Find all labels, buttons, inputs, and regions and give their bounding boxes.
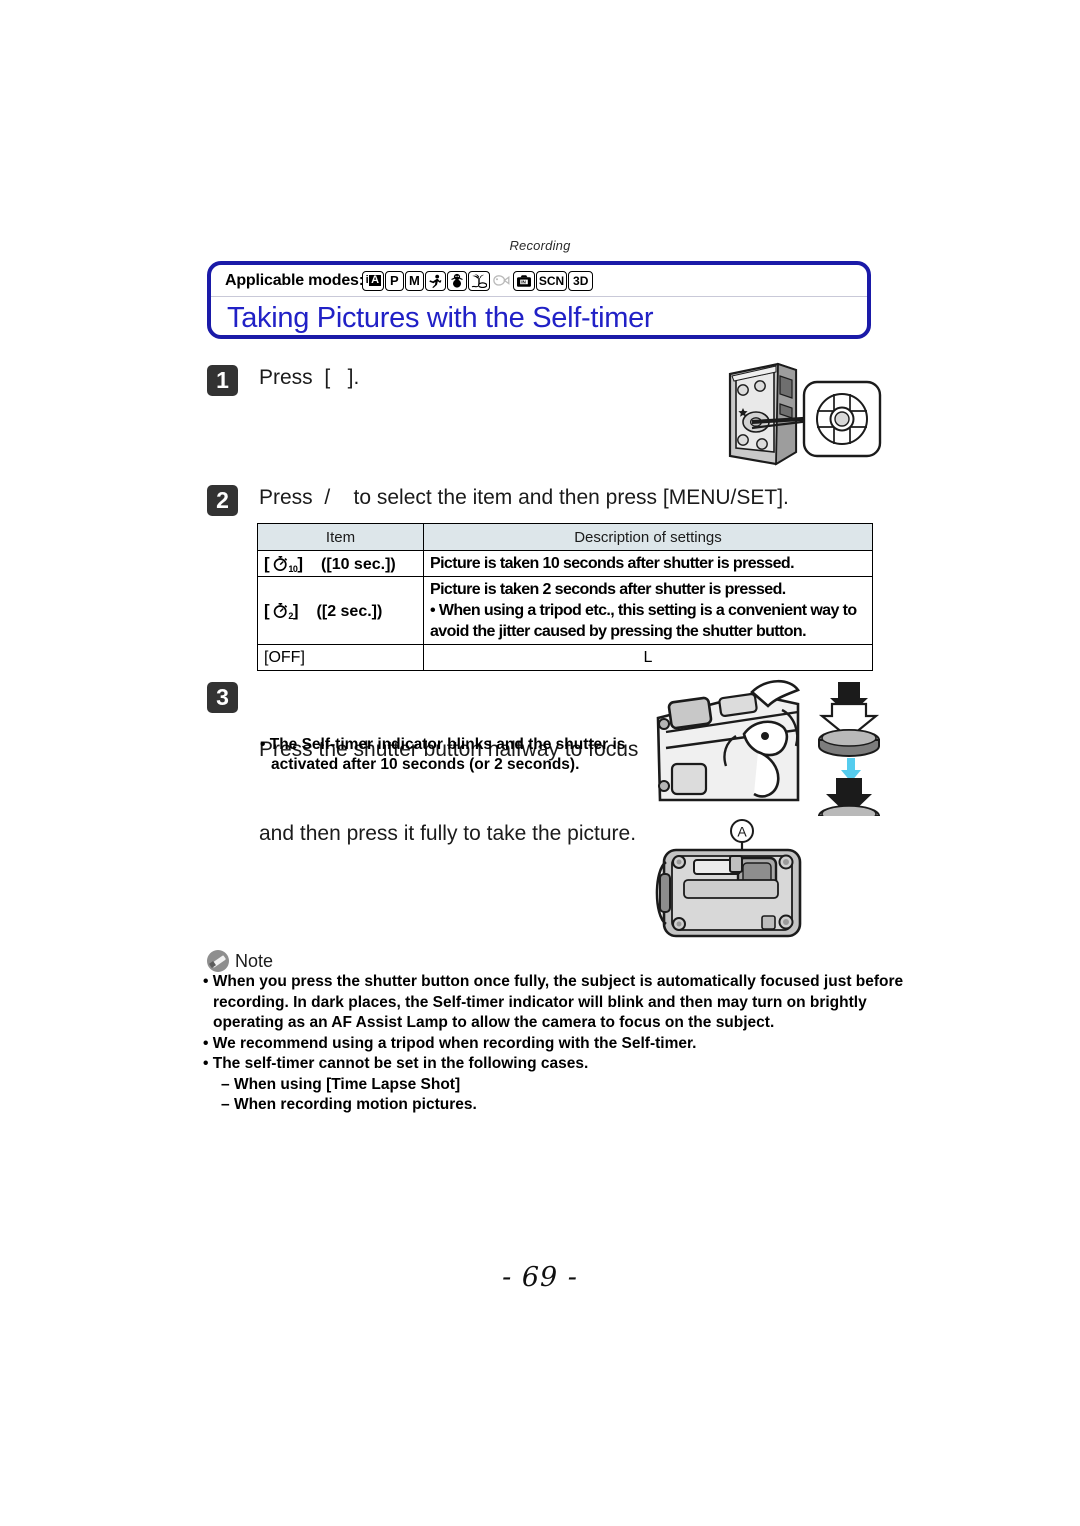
note-item-continuation: recording. In dark places, the Self-time…: [213, 993, 867, 1011]
note-item: • We recommend using a tripod when recor…: [203, 1034, 697, 1052]
camera-rear-cursor-button-illustration: [728, 362, 882, 466]
running-head: Recording: [509, 238, 571, 253]
table-row: [ 2] ([2 sec.]) Picture is taken 2 secon…: [257, 576, 873, 645]
step-2-text: Press / to select the item and then pres…: [259, 486, 789, 509]
step-3-line-2: and then press it fully to take the pict…: [259, 822, 637, 845]
three-d-photo-mode-icon: 3D: [568, 270, 594, 291]
note-item-continuation: operating as an AF Assist Lamp to allow …: [213, 1014, 775, 1031]
note-sub-item: – When recording motion pictures.: [221, 1096, 477, 1113]
step-1-number: 1: [207, 365, 238, 396]
intelligent-auto-mode-icon: iA: [361, 270, 384, 291]
self-timer-10sec-item-cell: [ 10] ([10 sec.]): [257, 550, 424, 577]
snow-mode-icon: [446, 270, 467, 291]
step-3-bullets: • The Self-timer indicator blinks and th…: [260, 735, 660, 775]
step-3-bullet-line-1: • The Self-timer indicator blinks and th…: [260, 736, 626, 753]
sports-mode-icon: [424, 270, 446, 291]
step-1-text: Press [ ].: [259, 366, 360, 389]
column-header-item: Item: [257, 523, 424, 551]
table-row: [OFF] L: [257, 644, 873, 671]
self-timer-10sec-label: ([10 sec.]): [321, 555, 396, 573]
page-title: Taking Pictures with the Self-timer: [227, 302, 654, 334]
creative-control-mode-icon: IN: [512, 270, 535, 291]
note-list: • When you press the shutter button once…: [203, 972, 933, 1116]
scene-mode-icon: SCN: [535, 270, 568, 291]
step-3-text: Press the shutter button halfway to focu…: [259, 680, 638, 904]
self-timer-2sec-item-cell: [ 2] ([2 sec.]): [257, 576, 424, 645]
pencil-note-icon: [207, 950, 229, 972]
step-3-bullet-line-2: activated after 10 seconds (or 2 seconds…: [271, 756, 580, 773]
note-item: • When you press the shutter button once…: [203, 973, 904, 990]
note-item: • The self-timer cannot be set in the fo…: [203, 1055, 589, 1072]
program-ae-mode-icon: P: [384, 270, 404, 291]
page-number: - 69 -: [502, 1262, 578, 1293]
self-timer-2sec-icon: [ 2]: [264, 600, 299, 621]
self-timer-off-item-cell: [OFF]: [257, 644, 424, 671]
mode-icon-list: iA P M IN SCN 3D: [361, 270, 594, 291]
camera-front-self-timer-indicator-illustration: A: [655, 819, 802, 938]
step-2-number: 2: [207, 485, 238, 516]
self-timer-settings-table: Item Description of settings [ 10] ([10 …: [257, 523, 873, 671]
self-timer-2sec-description: Picture is taken 2 seconds after shutter…: [423, 576, 873, 645]
underwater-mode-icon: [491, 271, 512, 291]
self-timer-off-description: L: [423, 644, 873, 671]
self-timer-10sec-description: Picture is taken 10 seconds after shutte…: [423, 550, 873, 577]
note-heading: Note: [207, 950, 273, 972]
step-3-number: 3: [207, 682, 238, 713]
table-header-row: Item Description of settings: [257, 523, 873, 551]
applicable-modes-label: Applicable modes:: [225, 271, 364, 289]
section-title-box: Applicable modes: iA P M IN SCN 3D Takin…: [207, 261, 871, 339]
svg-text:A: A: [737, 824, 747, 840]
table-row: [ 10] ([10 sec.]) Picture is taken 10 se…: [257, 550, 873, 577]
column-header-description: Description of settings: [423, 523, 873, 551]
self-timer-2sec-label: ([2 sec.]): [316, 602, 383, 620]
note-label: Note: [235, 950, 274, 971]
shutter-button-half-press-full-press-illustration: [650, 679, 880, 816]
beach-surf-mode-icon: [467, 270, 490, 291]
manual-exposure-mode-icon: M: [404, 270, 424, 291]
self-timer-10sec-icon: [ 10]: [264, 553, 303, 574]
svg-text:IN: IN: [521, 279, 526, 284]
note-sub-item: – When using [Time Lapse Shot]: [221, 1075, 461, 1093]
applicable-modes-row: Applicable modes: iA P M IN SCN 3D: [211, 265, 867, 297]
